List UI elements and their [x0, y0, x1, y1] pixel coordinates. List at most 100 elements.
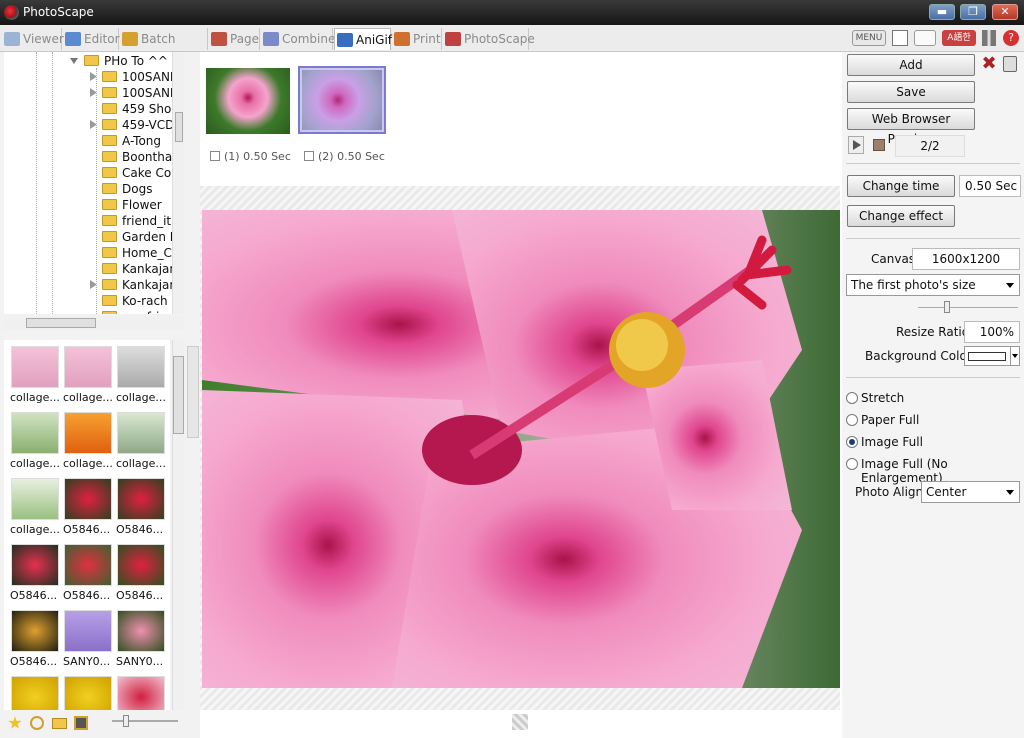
thumbnail-item[interactable]: collage... — [10, 346, 60, 410]
filmstrip-icon[interactable] — [74, 716, 88, 730]
tree-folder[interactable]: 100SANI — [4, 85, 172, 101]
menu-button[interactable]: MENU — [852, 30, 886, 46]
time-field[interactable]: 0.50 Sec — [959, 175, 1021, 197]
tree-folder[interactable]: 100SANI — [4, 69, 172, 85]
radio-image-full-no-enlargement[interactable] — [846, 458, 858, 470]
tree-folder[interactable]: Kankajar — [4, 277, 172, 293]
thumbnail-item[interactable]: O5846... — [116, 544, 166, 608]
tree-folder[interactable]: 459-VCD — [4, 117, 172, 133]
tree-folder[interactable]: Garden I — [4, 229, 172, 245]
photo-align-dropdown[interactable]: Center — [921, 481, 1020, 503]
thumbnail-item[interactable]: collage... — [116, 346, 166, 410]
thumbnail-item[interactable]: collage... — [63, 412, 113, 476]
thumbnail-item[interactable]: collage... — [10, 478, 60, 542]
refresh-icon[interactable] — [30, 716, 44, 730]
tab-print[interactable]: Print — [392, 28, 442, 50]
fullscreen-icon[interactable] — [914, 30, 936, 46]
tree-folder[interactable]: Ko-rach — [4, 293, 172, 309]
tree-vscrollbar[interactable] — [172, 52, 184, 314]
trash-icon[interactable] — [1003, 56, 1017, 72]
thumbnail-size-slider[interactable] — [112, 720, 178, 722]
tree-folder[interactable]: Home_C — [4, 245, 172, 261]
thumbnail-item[interactable]: O5846... — [116, 478, 166, 542]
tab-batch-editor[interactable]: Batch Editor — [120, 28, 208, 68]
thumbnail-size-thumb[interactable] — [123, 715, 129, 727]
save-button[interactable]: Save — [847, 81, 975, 103]
radio-paper-full[interactable] — [846, 414, 858, 426]
tree-hscroll-thumb[interactable] — [26, 318, 96, 328]
tree-root[interactable]: PHo To ^^ — [4, 53, 172, 69]
resize-ratio-field[interactable]: 100% — [964, 321, 1020, 343]
play-button[interactable] — [848, 136, 864, 154]
folder-icon — [102, 279, 117, 290]
stop-button[interactable] — [873, 139, 885, 151]
tree-folder[interactable]: Flower — [4, 197, 172, 213]
tools-icon[interactable] — [982, 30, 996, 46]
tree-folder[interactable]: 459 Sho — [4, 101, 172, 117]
change-time-button[interactable]: Change time — [847, 175, 955, 197]
thumbs-vscroll-thumb[interactable] — [173, 356, 184, 434]
add-button[interactable]: Add — [847, 54, 975, 76]
folder-tree[interactable]: PHo To ^^ 100SANI 100SANI 459 Sho 459-VCD A-… — [4, 52, 172, 314]
tree-folder[interactable]: Dogs — [4, 181, 172, 197]
layout-icon[interactable] — [892, 30, 908, 46]
thumbnail-item[interactable]: collage... — [63, 346, 113, 410]
thumbnail-item[interactable]: O5846... — [63, 478, 113, 542]
minimize-button[interactable]: ▬ — [929, 4, 955, 20]
folder-icon[interactable] — [52, 718, 67, 729]
web-browser-preview-button[interactable]: Web Browser Preview — [847, 108, 975, 146]
thumbnail-item[interactable] — [10, 676, 60, 710]
delete-icon[interactable]: ✖ — [981, 55, 997, 73]
canvas-size-dropdown[interactable]: The first photo's size — [846, 274, 1020, 296]
thumbnail-item[interactable]: collage... — [10, 412, 60, 476]
language-button[interactable]: A語한 — [942, 30, 976, 46]
size-slider[interactable] — [918, 307, 1018, 308]
thumbnail-list[interactable]: collage... collage... collage... collage...… — [4, 340, 170, 710]
radio-image-full[interactable] — [846, 436, 858, 448]
window-title: PhotoScape — [23, 5, 94, 19]
thumbnail-image — [64, 346, 112, 388]
close-button[interactable]: ✕ — [992, 4, 1018, 20]
tree-folder[interactable]: Cake Co — [4, 165, 172, 181]
canvas-size-field[interactable]: 1600x1200 — [912, 248, 1020, 270]
tab-page[interactable]: Page — [209, 28, 260, 50]
help-icon[interactable]: ? — [1003, 30, 1019, 46]
tab-anigif[interactable]: AniGif — [334, 28, 392, 50]
tree-folder[interactable]: A-Tong — [4, 133, 172, 149]
maximize-button[interactable]: ❐ — [960, 4, 986, 20]
expand-icon[interactable] — [90, 88, 97, 97]
tab-combine[interactable]: Combine — [261, 28, 335, 50]
collapse-icon[interactable] — [70, 58, 78, 68]
size-slider-thumb[interactable] — [944, 301, 950, 313]
background-color-picker[interactable] — [964, 346, 1020, 366]
tree-folder[interactable]: Kankajar — [4, 261, 172, 277]
thumbnail-item[interactable]: O5846... — [10, 610, 60, 674]
thumbs-vscrollbar[interactable] — [172, 340, 184, 710]
thumbnail-item[interactable]: collage... — [116, 412, 166, 476]
thumbnail-item[interactable]: SANY0... — [63, 610, 113, 674]
frame-1-thumbnail[interactable] — [206, 68, 290, 134]
tree-folder[interactable]: Boontha — [4, 149, 172, 165]
tab-viewer[interactable]: Viewer — [2, 28, 64, 50]
expand-icon[interactable] — [90, 280, 97, 289]
thumbnail-item[interactable]: O5846... — [63, 544, 113, 608]
pane-splitter[interactable] — [187, 346, 199, 438]
tree-folder[interactable]: friend_it — [4, 213, 172, 229]
frame-1-label: (1) 0.50 Sec — [210, 150, 291, 163]
tree-vscroll-thumb[interactable] — [175, 112, 183, 142]
expand-icon[interactable] — [90, 72, 97, 81]
thumbnail-item[interactable] — [116, 676, 166, 710]
thumbnail-item[interactable]: O5846... — [10, 544, 60, 608]
tab-photoscape[interactable]: PhotoScape — [443, 28, 535, 50]
thumbnail-image — [11, 544, 59, 586]
tree-folder[interactable]: my_frien — [4, 309, 172, 314]
thumbnail-item[interactable]: SANY0... — [116, 610, 166, 674]
expand-icon[interactable] — [90, 120, 97, 129]
thumbnail-caption: collage... — [10, 457, 60, 470]
change-effect-button[interactable]: Change effect — [847, 205, 955, 227]
tab-editor[interactable]: Editor — [63, 28, 120, 50]
thumbnail-item[interactable] — [63, 676, 113, 710]
frame-2-thumbnail[interactable] — [298, 66, 386, 134]
tree-hscrollbar[interactable] — [4, 316, 184, 330]
radio-stretch[interactable] — [846, 392, 858, 404]
